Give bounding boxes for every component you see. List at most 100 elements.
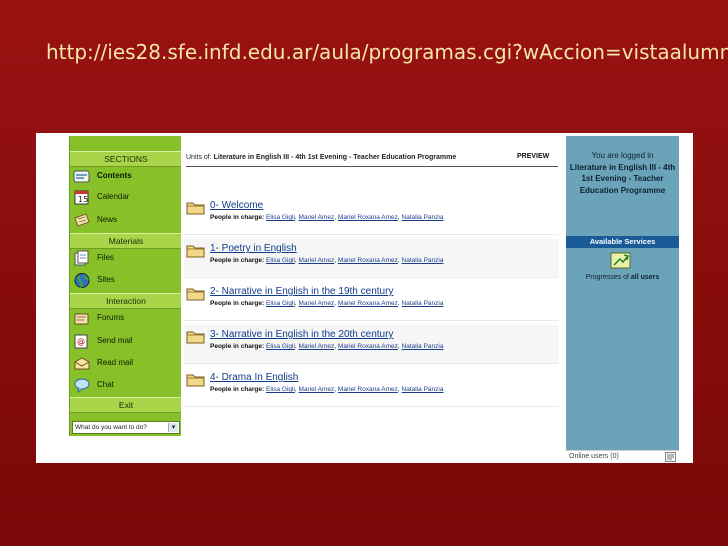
people-in-charge: People in charge: Elisa Gigli, Mariel Am… xyxy=(210,257,444,264)
unit-link-narrative-19th[interactable]: 2- Narrative in English in the 19th cent… xyxy=(210,286,393,297)
exit-button[interactable]: Exit xyxy=(70,397,182,413)
svg-text:15: 15 xyxy=(78,195,88,204)
people-label: People in charge: xyxy=(210,257,265,264)
person-link[interactable]: Mariel Roxana Amez xyxy=(338,300,398,307)
scroll-icon[interactable] xyxy=(665,452,676,462)
sections-header: SECTIONS xyxy=(70,151,182,167)
sidebar-item-news[interactable]: News xyxy=(70,211,182,231)
preview-button[interactable]: PREVIEW xyxy=(517,153,549,160)
person-link[interactable]: Natalia Panzia xyxy=(402,214,444,221)
people-label: People in charge: xyxy=(210,386,265,393)
sidebar: SECTIONS Contents 15 Calendar News Mater… xyxy=(69,136,182,436)
read-mail-icon xyxy=(74,357,90,370)
person-link[interactable]: Elisa Gigli xyxy=(266,386,295,393)
unit-link-welcome[interactable]: 0- Welcome xyxy=(210,200,263,211)
person-link[interactable]: Mariel Amez xyxy=(299,386,335,393)
progress-chart-icon[interactable] xyxy=(610,251,632,269)
person-link[interactable]: Elisa Gigli xyxy=(266,214,295,221)
person-link[interactable]: Mariel Amez xyxy=(299,300,335,307)
sidebar-item-label: News xyxy=(97,215,118,224)
people-in-charge: People in charge: Elisa Gigli, Mariel Am… xyxy=(210,300,444,307)
person-link[interactable]: Elisa Gigli xyxy=(266,300,295,307)
people-label: People in charge: xyxy=(210,214,265,221)
sidebar-item-forums[interactable]: Forums xyxy=(70,309,182,329)
online-users-count: Online users (0) xyxy=(569,453,619,460)
sidebar-item-label: Forums xyxy=(97,313,125,322)
sidebar-item-chat[interactable]: Chat xyxy=(70,376,182,396)
people-label: People in charge: xyxy=(210,343,265,350)
unit-row: 0- Welcome People in charge: Elisa Gigli… xyxy=(184,196,559,235)
sidebar-item-sites[interactable]: Sites xyxy=(70,271,182,291)
person-link[interactable]: Mariel Amez xyxy=(299,257,335,264)
person-link[interactable]: Mariel Roxana Amez xyxy=(338,386,398,393)
globe-icon xyxy=(74,273,90,288)
units-header: Units of: Literature in English III - 4t… xyxy=(186,154,456,161)
person-link[interactable]: Mariel Roxana Amez xyxy=(338,257,398,264)
unit-link-narrative-20th[interactable]: 3- Narrative in English in the 20th cent… xyxy=(210,329,393,340)
sidebar-item-label: Files xyxy=(97,253,114,262)
sidebar-item-label: Send mail xyxy=(97,336,133,345)
action-select-value: What do you want to do? xyxy=(75,424,147,431)
units-panel: Units of: Literature in English III - 4t… xyxy=(181,136,566,463)
sidebar-item-send-mail[interactable]: @ Send mail xyxy=(70,332,182,352)
forums-icon xyxy=(74,313,89,325)
units-prefix: Units of: xyxy=(186,154,212,161)
course-title: Literature in English III - 4th 1st Even… xyxy=(213,154,457,161)
people-in-charge: People in charge: Elisa Gigli, Mariel Am… xyxy=(210,386,444,393)
sidebar-item-label: Sites xyxy=(97,275,115,284)
people-in-charge: People in charge: Elisa Gigli, Mariel Am… xyxy=(210,343,444,350)
person-link[interactable]: Elisa Gigli xyxy=(266,343,295,350)
divider xyxy=(186,166,558,167)
sidebar-item-files[interactable]: Files xyxy=(70,249,182,269)
unit-row: 2- Narrative in English in the 19th cent… xyxy=(184,282,559,321)
unit-row: 3- Narrative in English in the 20th cent… xyxy=(184,325,559,364)
calendar-icon: 15 xyxy=(74,190,89,205)
unit-link-drama[interactable]: 4- Drama In English xyxy=(210,372,298,383)
unit-row: 4- Drama In English People in charge: El… xyxy=(184,368,559,407)
files-icon xyxy=(74,250,89,266)
people-in-charge: People in charge: Elisa Gigli, Mariel Am… xyxy=(210,214,444,221)
interaction-header: Interaction xyxy=(70,293,182,309)
news-icon xyxy=(74,213,90,227)
progress-prefix: Progresses of xyxy=(585,274,629,281)
services-header: Available Services xyxy=(566,236,679,248)
sidebar-item-calendar[interactable]: 15 Calendar xyxy=(70,188,182,208)
progress-bold: all users xyxy=(630,274,660,281)
folder-icon xyxy=(186,331,205,344)
logged-course: Literature in English III - 4th 1st Even… xyxy=(569,162,676,195)
progress-link[interactable]: Progresses of all users xyxy=(566,274,679,281)
sidebar-item-label: Contents xyxy=(97,171,132,180)
person-link[interactable]: Mariel Amez xyxy=(299,343,335,350)
unit-link-poetry[interactable]: 1- Poetry in English xyxy=(210,243,297,254)
sidebar-item-label: Read mail xyxy=(97,358,134,367)
svg-text:@: @ xyxy=(77,337,85,346)
sidebar-item-label: Calendar xyxy=(97,192,130,201)
person-link[interactable]: Elisa Gigli xyxy=(266,257,295,264)
sidebar-item-read-mail[interactable]: Read mail xyxy=(70,354,182,374)
person-link[interactable]: Mariel Roxana Amez xyxy=(338,343,398,350)
unit-row: 1- Poetry in English People in charge: E… xyxy=(184,239,559,278)
action-select[interactable]: What do you want to do? ▾ xyxy=(72,421,180,434)
people-label: People in charge: xyxy=(210,300,265,307)
slide-title: http://ies28.sfe.infd.edu.ar/aula/progra… xyxy=(46,40,728,64)
person-link[interactable]: Natalia Panzia xyxy=(402,257,444,264)
login-status: You are logged in Literature in English … xyxy=(566,150,679,196)
folder-icon xyxy=(186,374,205,387)
folder-icon xyxy=(186,202,205,215)
send-mail-icon: @ xyxy=(74,334,88,349)
chat-icon xyxy=(74,378,90,394)
person-link[interactable]: Natalia Panzia xyxy=(402,386,444,393)
right-panel: You are logged in Literature in English … xyxy=(566,136,679,450)
folder-icon xyxy=(186,245,205,258)
sidebar-item-contents[interactable]: Contents xyxy=(70,167,182,187)
online-users-bar: Online users (0) xyxy=(566,450,679,463)
materials-header: Materials xyxy=(70,233,182,249)
person-link[interactable]: Mariel Amez xyxy=(299,214,335,221)
person-link[interactable]: Natalia Panzia xyxy=(402,300,444,307)
chevron-down-icon[interactable]: ▾ xyxy=(168,423,178,432)
person-link[interactable]: Natalia Panzia xyxy=(402,343,444,350)
sidebar-item-label: Chat xyxy=(97,380,114,389)
logged-in-text: You are logged in xyxy=(591,151,654,160)
contents-icon xyxy=(73,170,90,183)
person-link[interactable]: Mariel Roxana Amez xyxy=(338,214,398,221)
